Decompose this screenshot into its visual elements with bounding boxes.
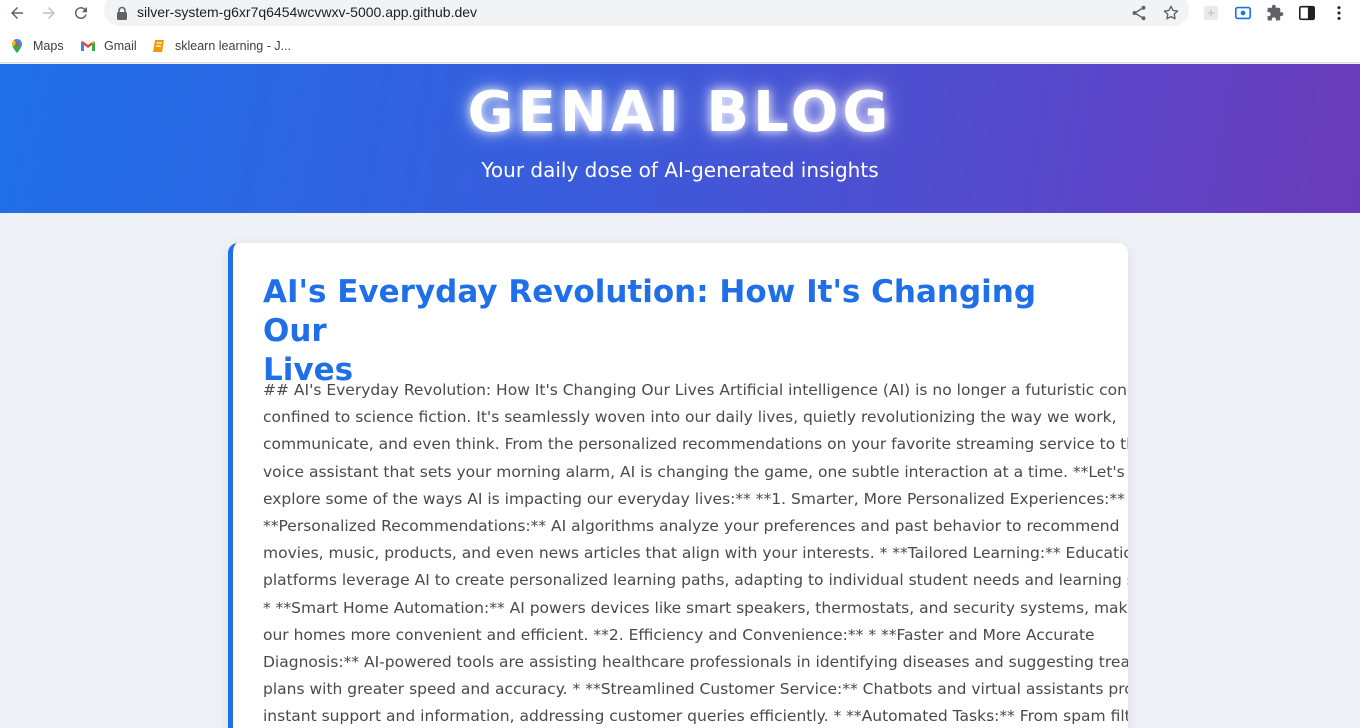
- reload-icon: [74, 7, 87, 20]
- reload-button[interactable]: [67, 0, 95, 26]
- maps-icon: [12, 39, 22, 53]
- extensions-puzzle-icon[interactable]: [1265, 3, 1285, 23]
- extension-grid-icon[interactable]: [1201, 3, 1221, 23]
- post-title-line: AI's Everyday Revolution: How It's Chang…: [263, 274, 1037, 349]
- bookmark-sklearn[interactable]: sklearn learning - J...: [151, 37, 291, 55]
- star-icon[interactable]: [1162, 4, 1180, 22]
- post-body-line: communicate, and even think. From the pe…: [263, 435, 1128, 454]
- blog-header: GENAI BLOG Your daily dose of AI-generat…: [0, 64, 1360, 213]
- bookmark-label: Gmail: [104, 39, 137, 53]
- post-body-line: confined to science fiction. It's seamle…: [263, 408, 1117, 427]
- bookmark-label: sklearn learning - J...: [175, 39, 292, 53]
- arrow-left-icon: [11, 7, 23, 19]
- post-card: AI's Everyday Revolution: How It's Chang…: [228, 243, 1128, 728]
- back-button[interactable]: [3, 0, 31, 26]
- lock-icon: [117, 6, 127, 20]
- address-bar[interactable]: silver-system-g6xr7q6454wcvwxv-5000.app.…: [104, 0, 1189, 26]
- forward-button[interactable]: [35, 0, 63, 26]
- browser-toolbar: silver-system-g6xr7q6454wcvwxv-5000.app.…: [0, 0, 1360, 30]
- gmail-icon: [81, 41, 95, 51]
- post-body-line: platforms leverage AI to create personal…: [263, 571, 1128, 590]
- bookmark-maps[interactable]: Maps: [9, 37, 64, 55]
- post-body: ## AI's Everyday Revolution: How It's Ch…: [263, 377, 1128, 728]
- post-body-line: our homes more convenient and efficient.…: [263, 625, 1095, 644]
- screen-record-icon[interactable]: [1233, 3, 1253, 23]
- book-icon: [153, 40, 164, 52]
- bookmark-label: Maps: [33, 39, 64, 53]
- post-body-line: plans with greater speed and accuracy. *…: [263, 680, 1128, 699]
- side-panel-icon[interactable]: [1297, 3, 1317, 23]
- post-body-line: * **Smart Home Automation:** AI powers d…: [263, 598, 1128, 617]
- post-body-line: **Personalized Recommendations:** AI alg…: [263, 517, 1120, 536]
- bookmarks-bar: Maps Gmail sklearn learning - J...: [0, 30, 1360, 63]
- share-icon[interactable]: [1130, 4, 1148, 22]
- post-title[interactable]: AI's Everyday Revolution: How It's Chang…: [263, 273, 1103, 390]
- post-body-line: explore some of the ways AI is impacting…: [263, 489, 1128, 508]
- blog-title: GENAI BLOG: [467, 80, 893, 145]
- arrow-right-icon: [43, 7, 55, 19]
- post-body-line: movies, music, products, and even news a…: [263, 544, 1128, 563]
- blog-subtitle: Your daily dose of AI-generated insights: [481, 158, 879, 182]
- bookmark-gmail[interactable]: Gmail: [80, 37, 137, 55]
- more-menu-icon[interactable]: [1329, 3, 1349, 23]
- url-text[interactable]: silver-system-g6xr7q6454wcvwxv-5000.app.…: [137, 4, 477, 20]
- post-body-line: Diagnosis:** AI-powered tools are assist…: [263, 653, 1128, 672]
- post-body-line: voice assistant that sets your morning a…: [263, 462, 1125, 481]
- post-body-line: instant support and information, address…: [263, 707, 1128, 726]
- post-body-line: ## AI's Everyday Revolution: How It's Ch…: [263, 381, 1128, 399]
